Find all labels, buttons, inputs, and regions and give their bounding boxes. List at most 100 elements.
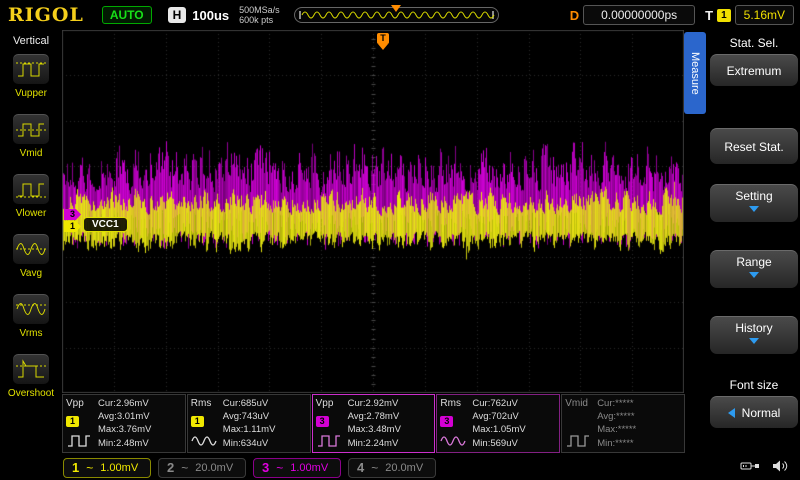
measurement-max: Max:1.11mV: [222, 424, 276, 436]
menu-item-stat-sel[interactable]: Stat. Sel. Extremum: [710, 36, 798, 86]
measure-item-vlower[interactable]: Vlower: [12, 173, 50, 219]
stat-sel-label: Stat. Sel.: [729, 36, 779, 50]
vavg-icon: [12, 233, 50, 265]
measurement-panel-rms-ch3[interactable]: Rms 3 Cur:762uV Avg:702uV Max:1.05mV Min…: [436, 394, 561, 453]
coupling-icon: ~: [86, 460, 94, 475]
trigger-level-value[interactable]: 5.16mV: [734, 5, 794, 25]
measure-item-vrms[interactable]: Vrms: [12, 293, 50, 339]
delay-value[interactable]: 0.00000000ps: [583, 5, 696, 25]
vupper-icon: [12, 53, 50, 85]
menu-item-reset-stat[interactable]: Reset Stat.: [710, 128, 798, 164]
measurement-results-bar: Vpp 1 Cur:2.96mV Avg:3.01mV Max:3.76mV M…: [62, 394, 685, 453]
trigger-position-marker[interactable]: [391, 5, 402, 17]
trigger-arrow-icon: [378, 44, 388, 55]
history-button[interactable]: History: [710, 316, 798, 354]
measurement-max: Max:1.05mV: [472, 424, 526, 436]
left-menu-title: Vertical: [12, 35, 50, 47]
vrms-icon: [12, 293, 50, 325]
channel-status-bar: 1 ~ 1.00mV 2 ~ 20.0mV 3 ~ 1.00mV 4 ~ 20.…: [0, 455, 800, 480]
measurement-panel-vpp-ch3[interactable]: Vpp 3 Cur:2.92mV Avg:2.78mV Max:3.48mV M…: [311, 394, 436, 453]
measurement-min: Min:*****: [597, 437, 634, 449]
overshoot-icon: [11, 353, 50, 385]
trigger-group: T 1 5.16mV: [705, 5, 794, 25]
measure-item-label: Vupper: [15, 88, 47, 99]
channel1-status[interactable]: 1 ~ 1.00mV: [63, 457, 151, 478]
measurement-avg: Avg:*****: [597, 411, 635, 423]
menu-item-range[interactable]: Range: [710, 250, 798, 288]
measurement-max: Max:3.48mV: [347, 424, 401, 436]
coupling-icon: ~: [371, 460, 379, 475]
measurement-name: Rms: [440, 398, 461, 409]
channel3-status[interactable]: 3 ~ 1.00mV: [253, 457, 341, 478]
vertical-measure-menu: Vertical Vupper Vmid Vlower Vavg Vrms Ov…: [0, 30, 62, 454]
measurement-max: Max:*****: [597, 424, 637, 436]
chevron-down-icon: [749, 272, 759, 283]
range-button[interactable]: Range: [710, 250, 798, 288]
font-size-value: Normal: [741, 405, 781, 420]
coupling-icon: ~: [181, 460, 189, 475]
menu-item-font-size[interactable]: Font size Normal: [710, 378, 798, 428]
channel-number: 3: [262, 460, 270, 475]
reset-stat-label: Reset Stat.: [724, 139, 784, 154]
measurement-min: Min:634uV: [222, 437, 269, 449]
measurement-panel-rms-ch1[interactable]: Rms 1 Cur:685uV Avg:743uV Max:1.11mV Min…: [186, 394, 311, 453]
coupling-icon: ~: [276, 460, 284, 475]
measure-item-vavg[interactable]: Vavg: [12, 233, 50, 279]
sample-rate: 500MSa/s: [239, 4, 280, 15]
vmid-icon: [12, 113, 50, 145]
measurement-avg: Avg:2.78mV: [347, 411, 400, 423]
trigger-source-badge[interactable]: 1: [717, 8, 731, 22]
measure-menu-tab[interactable]: Measure: [684, 32, 706, 114]
horizontal-label: H: [167, 7, 187, 23]
measurement-panel-vmid[interactable]: Vmid Cur:***** Avg:***** Max:***** Min:*…: [561, 394, 685, 453]
channel-badge: 3: [440, 415, 454, 427]
vmid-icon: [567, 435, 590, 447]
waveform-preview-bar[interactable]: [293, 5, 499, 23]
menu-item-setting[interactable]: Setting: [710, 184, 798, 222]
measurement-avg: Avg:702uV: [472, 411, 519, 423]
measurement-min: Min:569uV: [472, 437, 518, 449]
channel-scale: 20.0mV: [195, 461, 234, 474]
measure-menu-panel: Measure Stat. Sel. Extremum Reset Stat. …: [684, 30, 800, 455]
measure-item-vupper[interactable]: Vupper: [12, 53, 50, 99]
measurement-panel-vpp-ch1[interactable]: Vpp 1 Cur:2.96mV Avg:3.01mV Max:3.76mV M…: [62, 394, 186, 453]
measurement-cur: Cur:*****: [597, 398, 634, 409]
oscilloscope-screen: RIGOL AUTO H 100us 500MSa/s 600k pts D 0…: [0, 0, 800, 480]
waveform-display: T 3 1 VCC1: [62, 30, 684, 393]
measurement-min: Min:2.24mV: [347, 437, 399, 449]
menu-item-history[interactable]: History: [710, 316, 798, 354]
measurement-cur: Cur:762uV: [472, 398, 518, 409]
channel2-status[interactable]: 2 ~ 20.0mV: [158, 457, 246, 478]
channel4-status[interactable]: 4 ~ 20.0mV: [348, 457, 436, 478]
rms-icon: [440, 436, 466, 446]
channel-number: 4: [357, 460, 365, 475]
measurement-avg: Avg:3.01mV: [98, 411, 150, 423]
waveform-canvas: [62, 30, 684, 393]
rigol-logo: RIGOL: [8, 4, 84, 26]
horizontal-group: H 100us: [167, 7, 229, 23]
measure-item-vmid[interactable]: Vmid: [12, 113, 50, 159]
chevron-left-icon: [727, 407, 735, 418]
chevron-down-icon: [749, 338, 759, 349]
font-size-value-button[interactable]: Normal: [710, 396, 798, 428]
measure-item-label: Vavg: [19, 268, 43, 279]
stat-sel-value-button[interactable]: Extremum: [710, 54, 798, 86]
stat-sel-value: Extremum: [726, 63, 782, 78]
measurement-name: Vmid: [565, 398, 588, 409]
channel-scale: 1.00mV: [100, 461, 139, 474]
run-status-badge[interactable]: AUTO: [101, 6, 152, 24]
channel-label-vcc1[interactable]: VCC1: [83, 217, 128, 232]
trigger-position-indicator[interactable]: T: [377, 33, 389, 55]
measurement-max: Max:3.76mV: [98, 424, 152, 436]
rms-icon: [191, 436, 217, 446]
channel-badge: 1: [190, 415, 204, 427]
vlower-icon: [12, 173, 50, 205]
vpp-icon: [317, 435, 340, 447]
timebase-value[interactable]: 100us: [192, 8, 229, 23]
reset-stat-button[interactable]: Reset Stat.: [710, 128, 798, 164]
measurement-cur: Cur:2.92mV: [347, 398, 399, 409]
setting-button[interactable]: Setting: [710, 184, 798, 222]
trigger-t-icon: T: [377, 33, 389, 44]
measure-item-overshoot[interactable]: Overshoot: [8, 353, 54, 399]
measurement-cur: Cur:685uV: [222, 398, 269, 409]
